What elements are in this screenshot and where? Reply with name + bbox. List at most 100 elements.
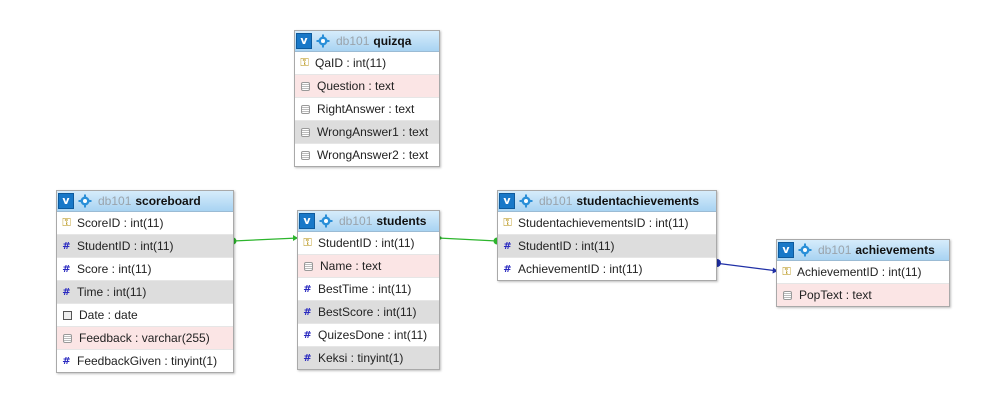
- gear-icon[interactable]: [319, 214, 333, 228]
- column-row[interactable]: ⚿ AchievementID : int(11): [777, 261, 949, 284]
- number-icon: #: [303, 352, 312, 364]
- table-header[interactable]: v db101 studentachievements: [498, 191, 716, 212]
- column-label: WrongAnswer1 : text: [317, 125, 429, 139]
- table-students[interactable]: v db101 students ⚿ StudentID : int(11) Nam…: [297, 210, 440, 370]
- database-name: db101: [539, 194, 573, 208]
- column-label: PopText : text: [799, 288, 872, 302]
- column-label: QuizesDone : int(11): [318, 328, 428, 342]
- toggle-columns-button[interactable]: v: [296, 33, 312, 49]
- table-name: scoreboard: [135, 194, 201, 208]
- column-row[interactable]: # AchievementID : int(11): [498, 258, 716, 280]
- column-row[interactable]: ⚿ StudentID : int(11): [298, 232, 439, 255]
- toggle-columns-button[interactable]: v: [499, 193, 515, 209]
- table-header[interactable]: v db101 achievements: [777, 240, 949, 261]
- number-icon: #: [303, 283, 312, 295]
- number-icon: #: [503, 240, 512, 252]
- designer-canvas[interactable]: v db101 quizqa ⚿ QaID : int(11) Question :…: [0, 0, 1000, 411]
- column-row[interactable]: # Time : int(11): [57, 281, 233, 304]
- key-icon: ⚿: [62, 216, 71, 229]
- gear-icon[interactable]: [316, 34, 330, 48]
- column-row[interactable]: ⚿ StudentachievementsID : int(11): [498, 212, 716, 235]
- column-row[interactable]: Question : text: [295, 75, 439, 98]
- table-quizqa[interactable]: v db101 quizqa ⚿ QaID : int(11) Question :…: [294, 30, 440, 167]
- key-icon: ⚿: [503, 216, 512, 229]
- toggle-columns-button[interactable]: v: [778, 242, 794, 258]
- gear-icon[interactable]: [519, 194, 533, 208]
- column-row[interactable]: PopText : text: [777, 284, 949, 306]
- number-icon: #: [62, 286, 71, 298]
- column-row[interactable]: # Score : int(11): [57, 258, 233, 281]
- relation-studentachievements-students[interactable]: [437, 236, 501, 245]
- column-label: StudentID : int(11): [318, 236, 415, 250]
- column-row[interactable]: ⚿ QaID : int(11): [295, 52, 439, 75]
- number-icon: #: [62, 263, 71, 275]
- column-row[interactable]: # StudentID : int(11): [498, 235, 716, 258]
- column-row[interactable]: # BestScore : int(11): [298, 301, 439, 324]
- table-achievements[interactable]: v db101 achievements ⚿ AchievementID : in…: [776, 239, 950, 307]
- column-label: Name : text: [320, 259, 382, 273]
- toggle-columns-button[interactable]: v: [58, 193, 74, 209]
- column-row[interactable]: # Keksi : tinyint(1): [298, 347, 439, 369]
- column-label: StudentID : int(11): [77, 239, 174, 253]
- column-label: Question : text: [317, 79, 395, 93]
- column-label: QaID : int(11): [315, 56, 387, 70]
- date-icon: [63, 310, 72, 320]
- column-row[interactable]: # QuizesDone : int(11): [298, 324, 439, 347]
- number-icon: #: [62, 240, 71, 252]
- database-name: db101: [336, 34, 370, 48]
- column-label: RightAnswer : text: [317, 102, 415, 116]
- column-label: Time : int(11): [77, 285, 147, 299]
- column-label: Keksi : tinyint(1): [318, 351, 404, 365]
- text-icon: [63, 333, 72, 343]
- column-row[interactable]: Date : date: [57, 304, 233, 327]
- column-label: BestScore : int(11): [318, 305, 417, 319]
- column-label: WrongAnswer2 : text: [317, 148, 429, 162]
- column-label: ScoreID : int(11): [77, 216, 164, 230]
- table-header[interactable]: v db101 quizqa: [295, 31, 439, 52]
- text-icon: [301, 81, 310, 91]
- key-icon: ⚿: [300, 56, 309, 69]
- table-header[interactable]: v db101 students: [298, 211, 439, 232]
- relation-studentachievements-achievements[interactable]: [713, 259, 779, 274]
- text-icon: [304, 261, 313, 271]
- column-label: StudentachievementsID : int(11): [518, 216, 689, 230]
- column-row[interactable]: # BestTime : int(11): [298, 278, 439, 301]
- toggle-columns-button[interactable]: v: [299, 213, 315, 229]
- table-name: studentachievements: [576, 194, 700, 208]
- gear-icon[interactable]: [798, 243, 812, 257]
- column-label: AchievementID : int(11): [797, 265, 922, 279]
- database-name: db101: [98, 194, 132, 208]
- column-row[interactable]: # FeedbackGiven : tinyint(1): [57, 350, 233, 372]
- number-icon: #: [303, 329, 312, 341]
- table-name: students: [376, 214, 427, 228]
- text-icon: [301, 127, 310, 137]
- database-name: db101: [818, 243, 852, 257]
- column-label: BestTime : int(11): [318, 282, 412, 296]
- column-row[interactable]: WrongAnswer1 : text: [295, 121, 439, 144]
- column-label: StudentID : int(11): [518, 239, 615, 253]
- text-icon: [783, 290, 792, 300]
- number-icon: #: [62, 355, 71, 367]
- gear-icon[interactable]: [78, 194, 92, 208]
- key-icon: ⚿: [303, 236, 312, 249]
- number-icon: #: [503, 263, 512, 275]
- table-header[interactable]: v db101 scoreboard: [57, 191, 233, 212]
- column-label: Date : date: [79, 308, 138, 322]
- column-row[interactable]: RightAnswer : text: [295, 98, 439, 121]
- table-name: achievements: [855, 243, 935, 257]
- table-scoreboard[interactable]: v db101 scoreboard ⚿ ScoreID : int(11) # St…: [56, 190, 234, 373]
- column-label: AchievementID : int(11): [518, 262, 643, 276]
- database-name: db101: [339, 214, 373, 228]
- column-row[interactable]: Feedback : varchar(255): [57, 327, 233, 350]
- relation-scoreboard-students[interactable]: [229, 235, 299, 245]
- table-studentachievements[interactable]: v db101 studentachievements ⚿ Studentachi…: [497, 190, 717, 281]
- text-icon: [301, 150, 310, 160]
- number-icon: #: [303, 306, 312, 318]
- column-label: Score : int(11): [77, 262, 152, 276]
- column-row[interactable]: Name : text: [298, 255, 439, 278]
- column-row[interactable]: WrongAnswer2 : text: [295, 144, 439, 166]
- column-row[interactable]: # StudentID : int(11): [57, 235, 233, 258]
- column-row[interactable]: ⚿ ScoreID : int(11): [57, 212, 233, 235]
- text-icon: [301, 104, 310, 114]
- column-label: Feedback : varchar(255): [79, 331, 210, 345]
